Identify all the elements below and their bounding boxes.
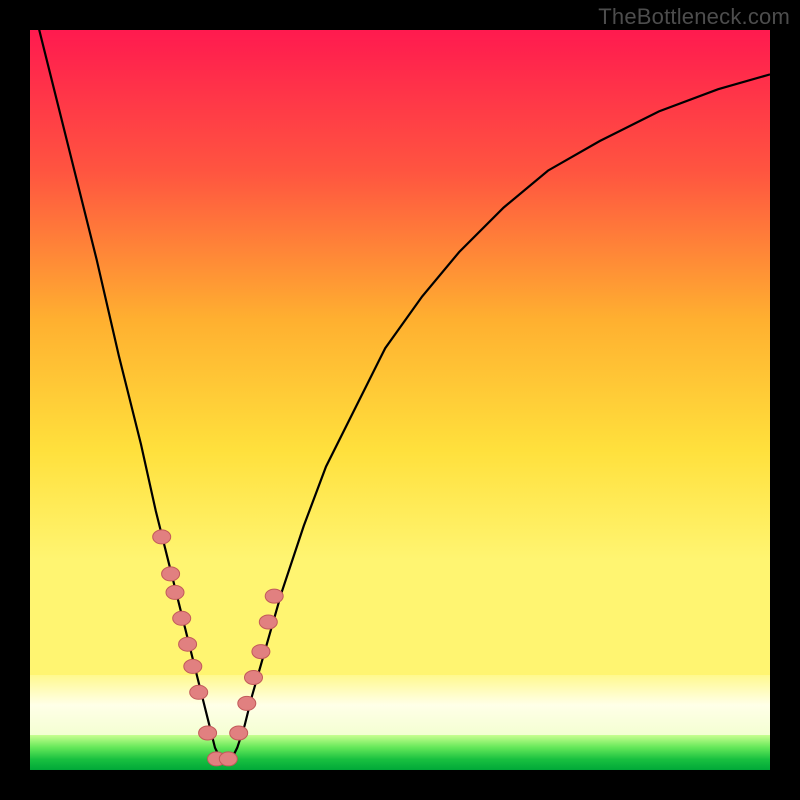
chart-frame: TheBottleneck.com: [0, 0, 800, 800]
curve-marker: [153, 530, 171, 544]
curve-marker: [184, 659, 202, 673]
watermark-text: TheBottleneck.com: [598, 4, 790, 30]
curve-marker: [162, 567, 180, 581]
curve-marker: [173, 611, 191, 625]
curve-marker: [179, 637, 197, 651]
curve-marker: [265, 589, 283, 603]
curve-marker: [245, 671, 263, 685]
curve-marker: [238, 696, 256, 710]
curve-marker: [230, 726, 248, 740]
curve-marker: [252, 645, 270, 659]
curve-marker: [199, 726, 217, 740]
marker-group: [153, 530, 284, 766]
curve-marker: [166, 585, 184, 599]
bottleneck-curve: [30, 30, 770, 763]
curve-layer: [30, 30, 770, 770]
curve-marker: [219, 752, 237, 766]
plot-area: [30, 30, 770, 770]
curve-marker: [190, 685, 208, 699]
curve-marker: [259, 615, 277, 629]
